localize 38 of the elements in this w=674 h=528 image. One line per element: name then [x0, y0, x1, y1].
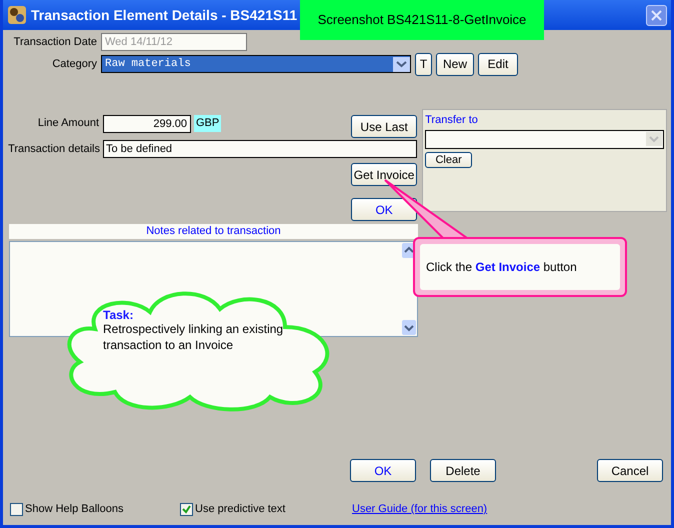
details-field[interactable]: To be defined: [103, 140, 417, 158]
transfer-dropdown[interactable]: [425, 130, 664, 148]
money-icon: [7, 5, 27, 25]
amount-field[interactable]: 299.00: [103, 114, 191, 132]
checkbox-label: Use predictive text: [195, 502, 286, 517]
field-label: Category: [51, 56, 98, 72]
category-dropdown[interactable]: Raw materials: [101, 55, 411, 73]
button[interactable]: Cancel: [597, 459, 663, 482]
button[interactable]: T: [415, 52, 432, 76]
scroll-down-icon[interactable]: [402, 320, 416, 335]
screenshot-banner: Screenshot BS421S11-8-GetInvoice: [300, 0, 544, 40]
button[interactable]: Get Invoice: [351, 163, 418, 186]
button[interactable]: OK: [351, 198, 418, 221]
panel-title: Transfer to: [425, 113, 479, 128]
field-label: Transaction Date: [12, 34, 98, 50]
button[interactable]: Delete: [430, 459, 496, 482]
window-title: Transaction Element Details - BS421S11: [31, 6, 298, 24]
field-label: Transaction details: [7, 142, 101, 157]
chevron-down-icon: [393, 56, 410, 72]
chevron-down-icon: [646, 132, 662, 146]
checkbox[interactable]: [10, 502, 23, 516]
task-title: Task:: [103, 307, 134, 324]
button[interactable]: New: [436, 52, 474, 76]
button[interactable]: OK: [350, 459, 416, 482]
check-icon: [182, 504, 191, 514]
button[interactable]: Edit: [478, 52, 518, 76]
close-button[interactable]: [646, 4, 667, 26]
close-icon: [650, 8, 663, 22]
field-label: Line Amount: [36, 116, 100, 132]
clear-button[interactable]: Clear: [425, 152, 472, 168]
button[interactable]: Use Last: [351, 115, 418, 138]
user-guide-link[interactable]: User Guide (for this screen): [352, 501, 488, 518]
task-text: Retrospectively linking an existing transaction to an Invoice: [103, 321, 284, 353]
currency-badge: GBP: [194, 115, 222, 132]
callout-text: Click the Get Invoice button: [426, 259, 577, 276]
notes-header: Notes related to transaction: [9, 224, 418, 239]
checkbox[interactable]: [180, 502, 193, 516]
checkbox-label: Show Help Balloons: [25, 502, 124, 517]
